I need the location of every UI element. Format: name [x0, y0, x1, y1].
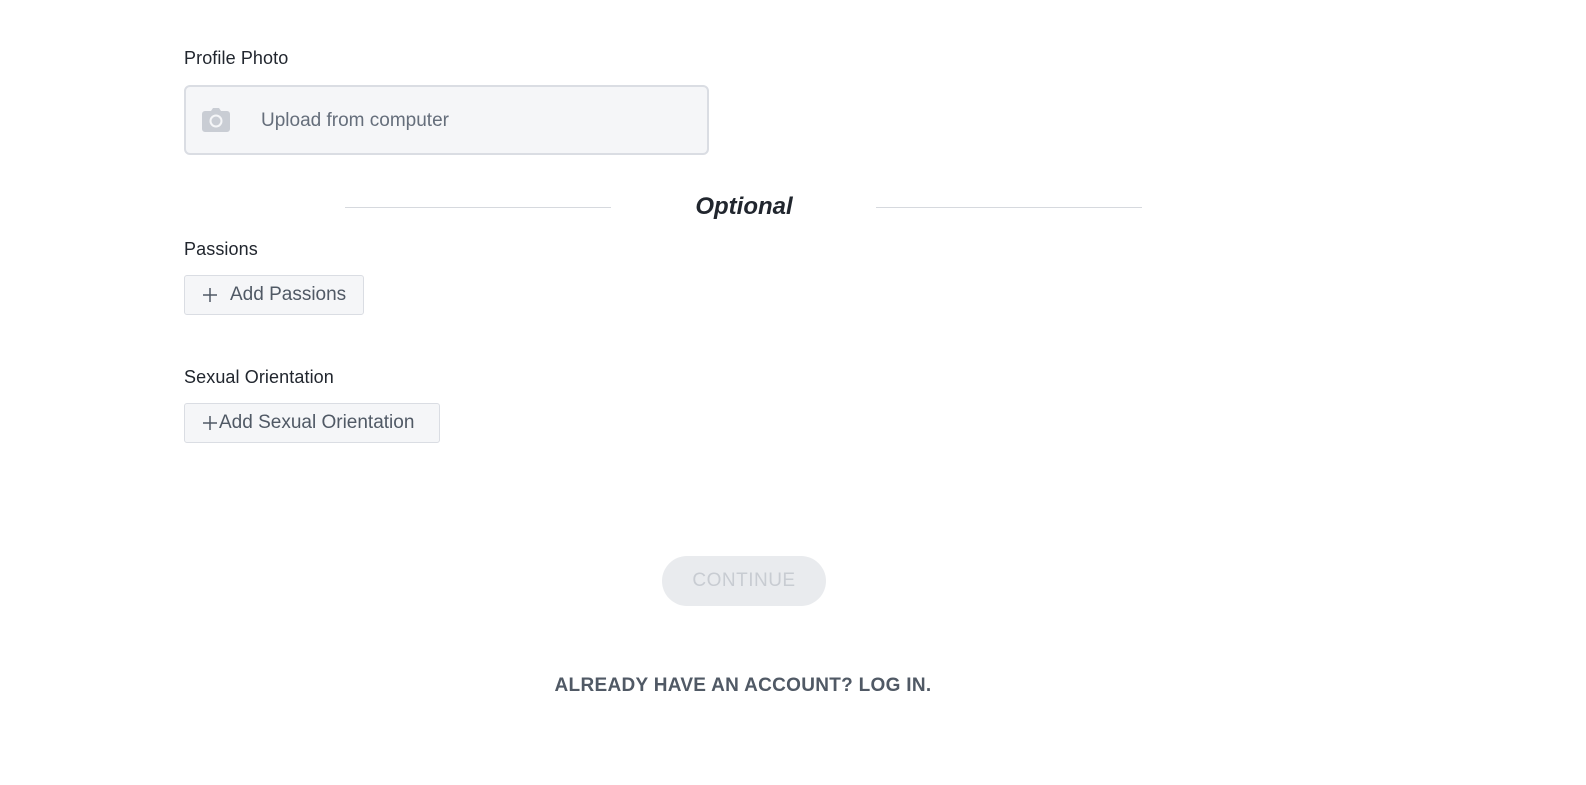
optional-section-title: Optional [695, 193, 793, 220]
login-link[interactable]: ALREADY HAVE AN ACCOUNT? LOG IN. [540, 675, 946, 697]
divider-left [345, 207, 611, 208]
add-sexual-orientation-button[interactable]: Add Sexual Orientation [184, 403, 440, 443]
camera-icon [202, 108, 230, 132]
upload-photo-button[interactable]: Upload from computer [184, 85, 709, 155]
add-sexual-orientation-label: Add Sexual Orientation [219, 412, 415, 433]
sexual-orientation-label: Sexual Orientation [184, 367, 334, 387]
add-passions-label: Add Passions [230, 284, 347, 305]
add-passions-button[interactable]: Add Passions [184, 275, 364, 315]
upload-text: Upload from computer [261, 110, 449, 131]
continue-button[interactable]: CONTINUE [662, 556, 826, 606]
plus-icon [203, 284, 217, 306]
profile-photo-label: Profile Photo [184, 48, 289, 68]
plus-icon [203, 412, 217, 434]
divider-right [876, 207, 1142, 208]
passions-label: Passions [184, 239, 258, 259]
